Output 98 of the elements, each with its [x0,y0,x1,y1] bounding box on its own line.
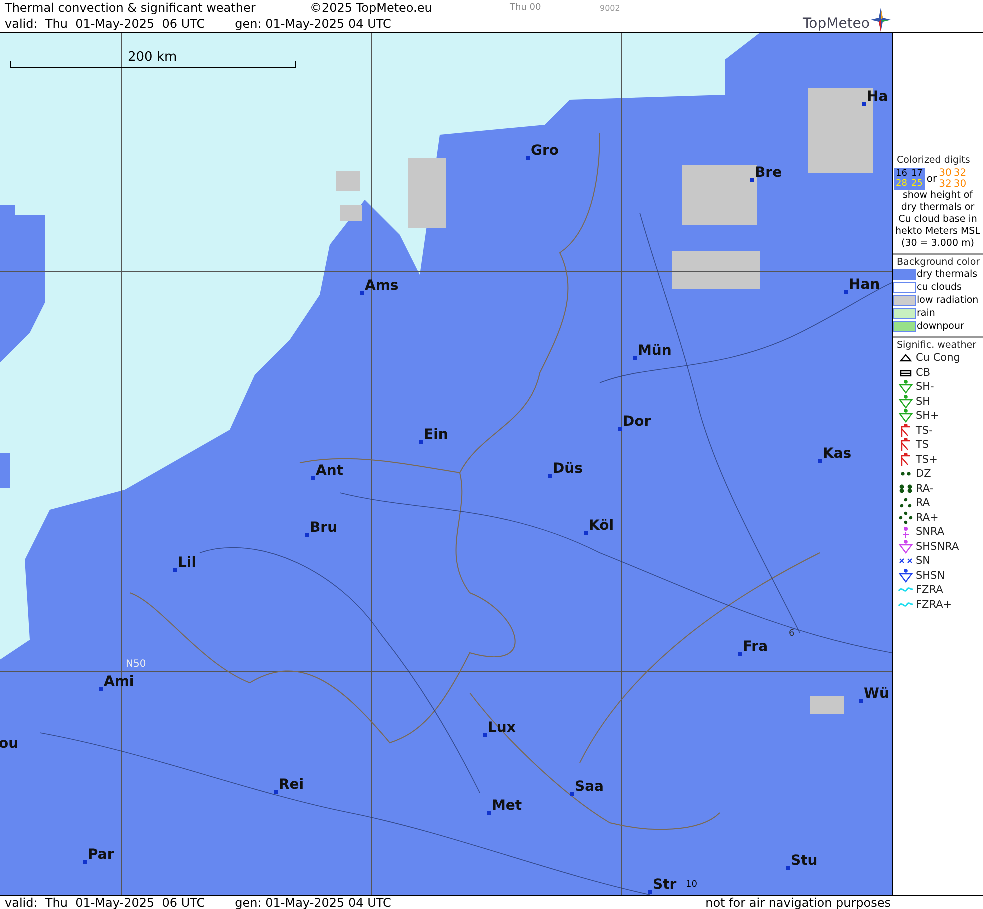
compass-star-icon [871,8,891,32]
legend-label: dry thermals [917,269,978,280]
city-marker [173,568,177,572]
city-marker [311,476,315,480]
city-label: Ha [867,89,888,105]
legend-label: SHSNRA [916,540,960,553]
city-marker [859,699,863,703]
city-label: Saa [575,779,604,795]
latitude-label: N50 [126,659,146,670]
city-marker [648,890,652,894]
legend-label: FZRA [916,584,944,596]
city-label: Bru [310,520,338,536]
legend-label: SHSN [916,570,946,582]
copyright: ©2025 TopMeteo.eu [310,1,434,15]
legend-label: rain [917,308,936,319]
legend-label: downpour [917,321,964,332]
legend-heading: Signific. weather [896,340,978,351]
city-label: Wü [864,686,890,702]
city-marker [483,733,487,737]
city-label: Fra [743,639,768,655]
disclaimer: not for air navigation purposes [706,896,892,909]
legend-example: (30 = 3.000 m) [900,238,976,250]
city-marker [419,440,423,444]
city-label: Düs [553,461,583,477]
generated-time: gen: 01-May-2025 04 UTC [235,896,392,909]
city-label: Kas [823,446,852,462]
city-marker [274,790,278,794]
city-label: Ant [316,463,344,479]
city-label: Mün [638,343,672,359]
sample-digit: 16 [896,169,908,179]
city-label: Köl [589,518,614,534]
legend-label: SH- [916,381,934,394]
city-marker [548,474,552,478]
city-label: Dor [623,414,652,430]
sample-digit: 30 [939,168,952,179]
legend-label: SH+ [916,410,940,422]
legend-label: cu clouds [917,282,962,293]
legend-heading: Colorized digits [896,155,972,166]
city-marker [818,459,822,463]
logo-text: TopMeteo [803,16,870,32]
sample-digit: 32 [939,179,952,190]
or-label: or [926,174,938,184]
sample-digit: 17 [911,169,923,179]
city-label: Par [88,847,114,863]
city-marker [584,531,588,535]
city-label: Han [849,277,880,293]
legend-label: low radiation [917,295,979,306]
legend-label: RA+ [916,512,939,524]
city-label: Lil [178,555,197,571]
legend-label: SNRA [916,526,945,538]
city-marker [99,687,103,691]
city-label: Stu [791,853,818,869]
legend-heading: Background color [896,257,982,268]
run-code: 9002 [600,4,620,12]
city-marker [526,156,530,160]
legend-label: FZRA+ [916,598,952,611]
legend-label: TS+ [916,454,938,466]
city-label: Rei [279,777,304,793]
legend-label: TS- [916,424,933,437]
generated-time: gen: 01-May-2025 04 UTC [235,17,392,31]
coastal-land-area [0,453,10,488]
legend-label: RA [916,497,930,510]
scale-label: 200 km [128,50,178,65]
city-label: Str [653,877,677,893]
thermal-digit: 10 [686,880,698,890]
city-marker [750,178,754,182]
city-label: Met [492,798,522,814]
city-marker [305,533,309,537]
city-marker [844,290,848,294]
legend-label: DZ [916,468,932,480]
legend-label: Cu Cong [916,352,960,364]
legend-label: RA- [916,482,934,495]
city-marker [738,652,742,656]
thermal-digit: 6 [789,629,795,639]
valid-time: valid: Thu 01-May-2025 06 UTC [5,17,206,31]
city-marker [862,102,866,106]
run-label: Thu 00 [510,3,542,13]
sample-digit: 25 [911,179,923,189]
city-marker [360,291,364,295]
map-title: Thermal convection & significant weather [5,1,257,15]
legend-label: TS [916,439,930,452]
city-marker [786,866,790,870]
city-label: Gro [531,143,560,159]
legend-label: SN [916,555,931,568]
sample-digit: 30 [954,179,967,190]
city-marker [487,811,491,815]
city-marker [633,356,637,360]
city-marker [618,427,622,431]
city-marker [83,860,87,864]
sample-digit: 32 [954,168,967,179]
city-marker [570,792,574,796]
city-label: Ein [424,427,448,443]
legend-label: SH [916,396,931,408]
legend-label: CB [916,366,931,379]
sample-digit: 28 [896,179,908,189]
legend-description: show height of dry thermals or Cu cloud base in hekto Meters MSL [894,190,982,238]
city-label: Bre [755,165,782,181]
valid-time: valid: Thu 01-May-2025 06 UTC [5,896,206,909]
